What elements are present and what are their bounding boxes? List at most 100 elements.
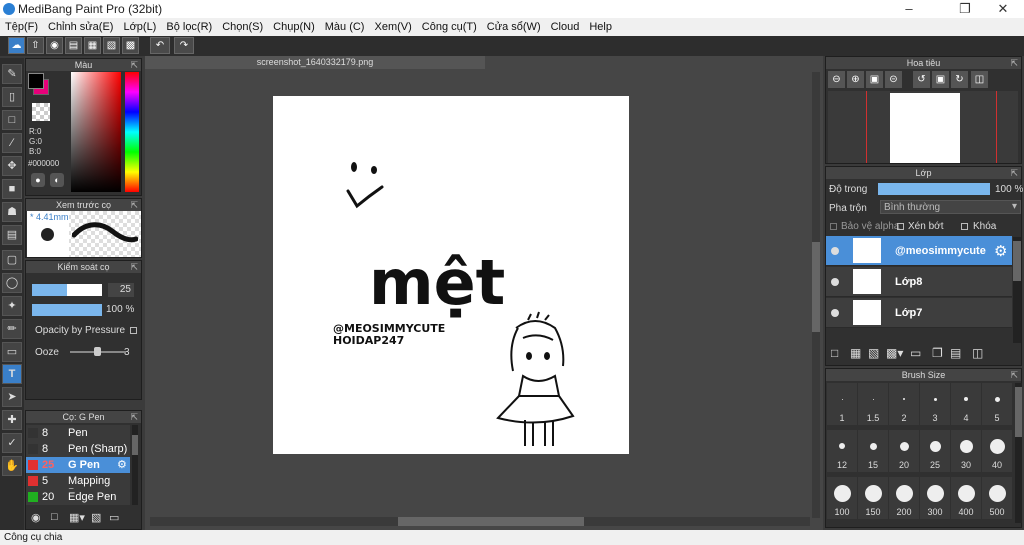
menu-filter[interactable]: Bộ lọc(R)	[161, 18, 217, 36]
duplicate-layer-icon[interactable]: ❐	[932, 346, 943, 360]
hue-slider[interactable]	[125, 72, 139, 192]
brush-size-cell[interactable]: 400	[951, 477, 981, 519]
rotate-right-icon[interactable]: ↻	[951, 71, 968, 88]
text-tool-icon[interactable]: T	[2, 364, 22, 384]
brush-list-scrollbar[interactable]	[132, 425, 138, 505]
menu-file[interactable]: Tệp(F)	[0, 18, 43, 36]
operation-tool-icon[interactable]: ➤	[2, 387, 22, 407]
size-slider[interactable]	[32, 284, 102, 296]
merge-layer-icon[interactable]: ▤	[950, 346, 961, 360]
brush-tool-icon[interactable]: ✎	[2, 64, 22, 84]
transparent-swatch[interactable]	[32, 103, 50, 121]
protect-alpha-checkbox[interactable]	[830, 223, 837, 230]
zoom-out-icon[interactable]: ⊖	[828, 71, 845, 88]
brush-size-cell[interactable]: 2	[889, 383, 919, 425]
select-eraser-tool-icon[interactable]: ▭	[2, 342, 22, 362]
brush-size-cell[interactable]: 4	[951, 383, 981, 425]
primary-color-swatch[interactable]	[28, 73, 44, 89]
brush-size-cell[interactable]: 1.5	[858, 383, 888, 425]
close-button[interactable]: ✕	[980, 0, 1024, 18]
layer-opacity-slider[interactable]	[878, 183, 990, 195]
opacity-pressure-checkbox[interactable]	[130, 327, 137, 334]
palette-icon[interactable]: ●	[31, 173, 45, 187]
share-icon[interactable]: ⇧	[27, 37, 44, 54]
brush-size-cell[interactable]: 100	[827, 477, 857, 519]
blend-mode-select[interactable]: Bình thường ▾	[880, 200, 1021, 214]
brush-size-cell[interactable]: 5	[982, 383, 1012, 425]
canvas-vertical-scrollbar[interactable]	[812, 72, 820, 518]
pin-icon[interactable]: ⇱	[1010, 167, 1018, 179]
magic-wand-tool-icon[interactable]: ✦	[2, 296, 22, 316]
menu-layer[interactable]: Lớp(L)	[118, 18, 161, 36]
cloud-icon[interactable]: ☁	[8, 37, 25, 54]
brush-size-cell[interactable]: 25	[920, 430, 950, 472]
pin-icon[interactable]: ⇱	[130, 411, 138, 423]
rect-tool-icon[interactable]: □	[2, 110, 22, 130]
layer-visibility-icon[interactable]	[831, 309, 839, 317]
drawing-paper[interactable]: mệt @MEOSIMMYCUTE HOIDAP247	[273, 96, 629, 454]
brush-menu-icon[interactable]: ▦▾	[69, 511, 85, 524]
minimize-button[interactable]: –	[886, 0, 932, 18]
canvas-horizontal-scrollbar[interactable]	[150, 517, 810, 526]
select-rect-tool-icon[interactable]: ▢	[2, 250, 22, 270]
brush-size-cell[interactable]: 1	[827, 383, 857, 425]
menu-tools[interactable]: Công cụ(T)	[417, 18, 482, 36]
flip-icon[interactable]: ◫	[971, 71, 988, 88]
add-layer-menu-icon[interactable]: ▩▾	[886, 346, 903, 360]
menu-select[interactable]: Chọn(S)	[217, 18, 268, 36]
menu-window[interactable]: Cửa sổ(W)	[482, 18, 546, 36]
eyedropper-tool-icon[interactable]: ✓	[2, 433, 22, 453]
eraser-tool-icon[interactable]: ▯	[2, 87, 22, 107]
brush-item-edge-pen[interactable]: 20 Edge Pen	[26, 489, 130, 505]
fit-icon[interactable]: ▣	[866, 71, 883, 88]
fill-rect-tool-icon[interactable]: ■	[2, 179, 22, 199]
color-history-icon[interactable]: ◐	[50, 173, 64, 187]
brush-size-scrollbar[interactable]	[1015, 383, 1022, 523]
select-pen-tool-icon[interactable]: ✏	[2, 319, 22, 339]
message-icon[interactable]: ▤	[65, 37, 82, 54]
document-icon[interactable]: ▧	[103, 37, 120, 54]
gear-icon[interactable]: ⚙	[117, 458, 127, 471]
saturation-value-picker[interactable]	[71, 72, 121, 192]
clipping-checkbox[interactable]	[897, 223, 904, 230]
menu-edit[interactable]: Chỉnh sửa(E)	[43, 18, 118, 36]
lasso-tool-icon[interactable]: ◯	[2, 273, 22, 293]
rotate-fit-icon[interactable]: ▣	[932, 71, 949, 88]
ooze-slider-handle[interactable]	[94, 347, 101, 356]
add-brush-icon[interactable]: ◉	[31, 511, 43, 524]
move-tool-icon[interactable]: ✥	[2, 156, 22, 176]
new-layer-icon[interactable]: □	[831, 346, 838, 360]
trash-icon[interactable]: ◫	[972, 346, 983, 360]
menu-cloud[interactable]: Cloud	[546, 18, 585, 36]
menu-help[interactable]: Help	[584, 18, 617, 36]
lock-checkbox[interactable]	[961, 223, 968, 230]
brush-size-cell[interactable]: 30	[951, 430, 981, 472]
brush-size-cell[interactable]: 20	[889, 430, 919, 472]
comment-icon[interactable]: ◉	[46, 37, 63, 54]
brush-item-pen[interactable]: 8 Pen	[26, 425, 130, 441]
brush-size-cell[interactable]: 15	[858, 430, 888, 472]
layer-row-lop7[interactable]: Lớp7	[826, 298, 1012, 328]
folder-icon[interactable]: ▭	[910, 346, 921, 360]
pin-icon[interactable]: ⇱	[1010, 57, 1018, 69]
pin-icon[interactable]: ⇱	[130, 261, 138, 273]
layer-visibility-icon[interactable]	[831, 278, 839, 286]
new-halftone-layer-icon[interactable]: ▦	[850, 346, 861, 360]
layer-list-scrollbar[interactable]	[1013, 237, 1021, 343]
zoom-in-icon[interactable]: ⊕	[847, 71, 864, 88]
hand-tool-icon[interactable]: ✋	[2, 456, 22, 476]
brush-item-mapping-pen[interactable]: 5 Mapping Pen	[26, 473, 130, 499]
layer-row-meosimmycute[interactable]: @meosimmycute ⚙	[826, 236, 1012, 266]
pin-icon[interactable]: ⇱	[130, 59, 138, 71]
zoom-reset-icon[interactable]: ⊝	[885, 71, 902, 88]
gear-icon[interactable]: ⚙	[994, 242, 1007, 260]
brush-size-cell[interactable]: 150	[858, 477, 888, 519]
brush-item-g-pen[interactable]: 25 G Pen ⚙	[26, 457, 130, 473]
menu-color[interactable]: Màu (C)	[320, 18, 370, 36]
brush-size-cell[interactable]: 3	[920, 383, 950, 425]
line-tool-icon[interactable]: ∕	[2, 133, 22, 153]
menu-view[interactable]: Xem(V)	[369, 18, 416, 36]
brush-size-cell[interactable]: 12	[827, 430, 857, 472]
brush-size-cell[interactable]: 40	[982, 430, 1012, 472]
pin-icon[interactable]: ⇱	[130, 199, 138, 211]
